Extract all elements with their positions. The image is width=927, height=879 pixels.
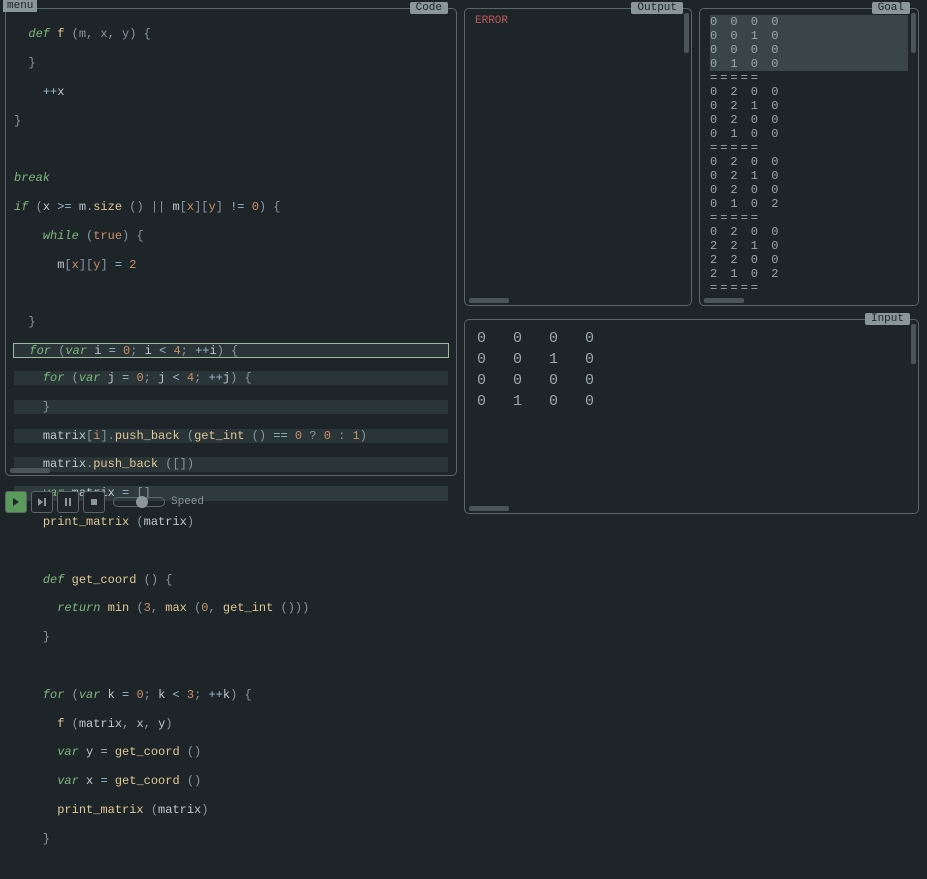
goal-line: 2 2 1 0 [710,239,908,253]
output-scrollbar-v[interactable] [684,13,689,53]
goal-scrollbar-v[interactable] [911,13,916,53]
goal-line: 0 0 0 0 [710,15,908,29]
input-line: 0 0 0 0 [477,328,906,349]
goal-text: 0 0 0 00 0 1 00 0 0 00 1 0 0=====0 2 0 0… [700,9,918,301]
input-line: 0 0 0 0 [477,370,906,391]
play-button[interactable] [5,491,27,513]
goal-panel: Goal 0 0 0 00 0 1 00 0 0 00 1 0 0=====0 … [699,8,919,306]
goal-line: ===== [710,281,908,295]
goal-line: 0 2 0 0 [710,225,908,239]
goal-scrollbar-h[interactable] [704,298,744,303]
goal-line: ===== [710,71,908,85]
input-line: 0 1 0 0 [477,391,906,412]
goal-line: 0 2 0 0 [710,85,908,99]
goal-line: ===== [710,211,908,225]
step-icon [37,497,47,507]
output-scrollbar-h[interactable] [469,298,509,303]
play-icon [11,497,21,507]
goal-line: 0 1 0 0 [710,127,908,141]
input-panel: Input 0 0 0 00 0 1 00 0 0 00 1 0 0 [464,319,919,514]
speed-slider[interactable] [113,497,165,507]
input-panel-label: Input [865,313,910,325]
input-text: 0 0 0 00 0 1 00 0 0 00 1 0 0 [465,320,918,420]
goal-line: ===== [710,141,908,155]
speed-label: Speed [171,496,204,508]
goal-line: 2 1 0 2 [710,267,908,281]
playback-controls: Speed [5,491,204,513]
goal-line: 0 2 0 0 [710,183,908,197]
menu-button[interactable]: menu [3,0,37,12]
step-button[interactable] [31,491,53,513]
input-line: 0 0 1 0 [477,349,906,370]
goal-line: 0 2 1 0 [710,169,908,183]
stop-button[interactable] [83,491,105,513]
pause-button[interactable] [57,491,79,513]
stop-icon [89,497,99,507]
output-panel: Output ERROR [464,8,692,306]
code-scrollbar-h[interactable] [10,468,50,473]
code-panel: Code def f (m, x, y) { } ++x } break if … [5,8,457,476]
goal-line: 0 1 0 0 [710,57,908,71]
code-panel-label: Code [410,2,448,14]
pause-icon [63,497,73,507]
goal-line: 0 2 1 0 [710,99,908,113]
output-panel-label: Output [631,2,683,14]
speed-knob[interactable] [136,496,148,508]
goal-line: 0 0 0 0 [710,43,908,57]
goal-line: 0 2 0 0 [710,155,908,169]
goal-panel-label: Goal [872,2,910,14]
goal-line: 0 0 1 0 [710,29,908,43]
input-scrollbar-h[interactable] [469,506,509,511]
goal-line: 0 2 0 0 [710,113,908,127]
input-scrollbar-v[interactable] [911,324,916,364]
goal-line: 0 1 0 2 [710,197,908,211]
goal-line: 2 2 0 0 [710,253,908,267]
code-editor[interactable]: def f (m, x, y) { } ++x } break if (x >=… [6,9,456,879]
